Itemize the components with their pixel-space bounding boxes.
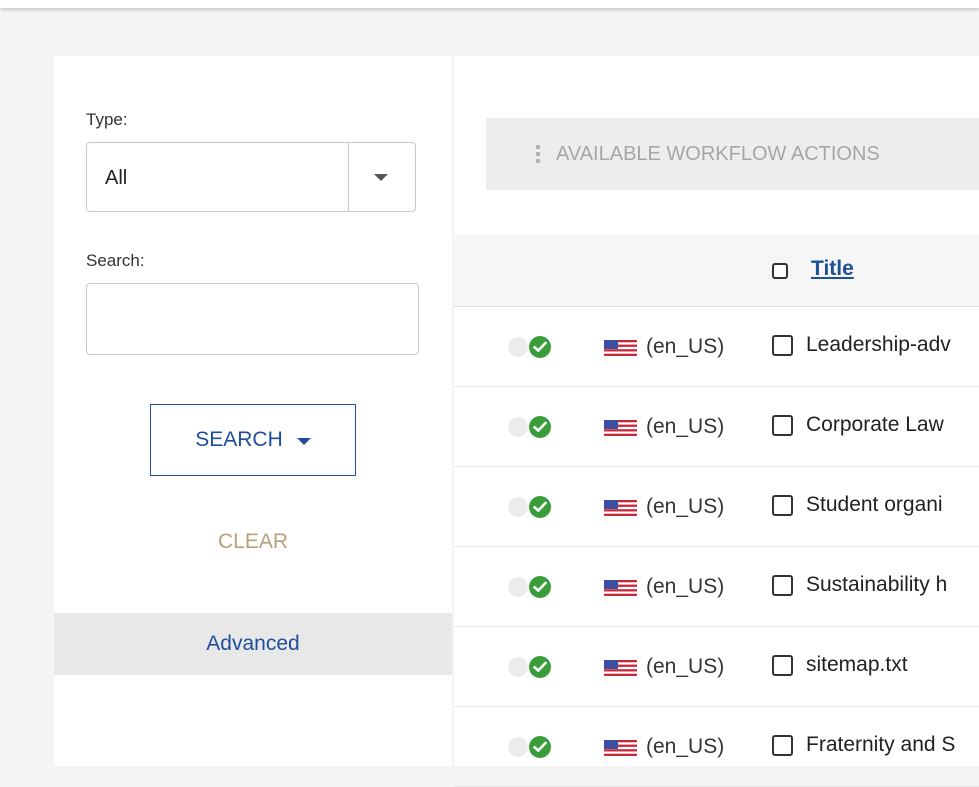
- us-flag-icon: [604, 740, 637, 756]
- grey-dot-icon: [508, 657, 528, 677]
- row-checkbox[interactable]: [772, 495, 793, 516]
- top-bar: [0, 0, 979, 8]
- us-flag-icon: [604, 500, 637, 516]
- us-flag-icon: [604, 340, 637, 356]
- table-header: Title: [454, 234, 979, 307]
- us-flag-icon: [604, 580, 637, 596]
- clear-button[interactable]: CLEAR: [54, 530, 452, 554]
- search-button[interactable]: SEARCH: [150, 404, 356, 476]
- workflow-actions-label: AVAILABLE WORKFLOW ACTIONS: [556, 142, 880, 165]
- row-checkbox[interactable]: [772, 335, 793, 356]
- search-label: Search:: [86, 251, 145, 270]
- caret-down-icon[interactable]: [374, 174, 388, 181]
- row-locale: (en_US): [646, 735, 725, 758]
- grey-dot-icon: [508, 577, 528, 597]
- row-locale: (en_US): [646, 415, 725, 438]
- table-row[interactable]: (en_US) Student organi: [454, 467, 979, 547]
- filter-panel: Type: All Search: SEARCH CLEAR Advanced: [54, 56, 452, 766]
- green-check-icon: [529, 656, 551, 678]
- green-check-icon: [529, 416, 551, 438]
- select-divider: [348, 143, 349, 211]
- table-row[interactable]: (en_US) Corporate Law: [454, 387, 979, 467]
- row-title[interactable]: sitemap.txt: [806, 653, 908, 677]
- search-input[interactable]: [86, 283, 419, 355]
- type-select[interactable]: All: [86, 142, 416, 212]
- results-area: AVAILABLE WORKFLOW ACTIONS Title (en_US)…: [454, 56, 979, 787]
- green-check-icon: [529, 336, 551, 358]
- green-check-icon: [529, 736, 551, 758]
- green-check-icon: [529, 496, 551, 518]
- workflow-actions-button[interactable]: AVAILABLE WORKFLOW ACTIONS: [486, 118, 979, 190]
- row-locale: (en_US): [646, 655, 725, 678]
- row-title[interactable]: Student organi: [806, 493, 943, 517]
- row-locale: (en_US): [646, 575, 725, 598]
- row-locale: (en_US): [646, 495, 725, 518]
- row-title[interactable]: Sustainability h: [806, 573, 947, 597]
- row-checkbox[interactable]: [772, 655, 793, 676]
- table-row[interactable]: (en_US) Leadership-adv: [454, 307, 979, 387]
- row-title[interactable]: Fraternity and S: [806, 733, 955, 757]
- us-flag-icon: [604, 420, 637, 436]
- row-title[interactable]: Corporate Law: [806, 413, 944, 437]
- grey-dot-icon: [508, 497, 528, 517]
- row-checkbox[interactable]: [772, 415, 793, 436]
- type-select-value: All: [105, 167, 128, 189]
- row-title[interactable]: Leadership-adv: [806, 333, 951, 357]
- advanced-link[interactable]: Advanced: [54, 613, 452, 675]
- title-column-header[interactable]: Title: [811, 257, 854, 281]
- advanced-link-label: Advanced: [206, 632, 300, 655]
- table-row[interactable]: (en_US) Fraternity and S: [454, 707, 979, 787]
- grey-dot-icon: [508, 417, 528, 437]
- grey-dot-icon: [508, 737, 528, 757]
- vertical-ellipsis-icon: [536, 145, 540, 163]
- row-checkbox[interactable]: [772, 735, 793, 756]
- green-check-icon: [529, 576, 551, 598]
- row-checkbox[interactable]: [772, 575, 793, 596]
- caret-down-icon[interactable]: [296, 437, 311, 445]
- table-row[interactable]: (en_US) sitemap.txt: [454, 627, 979, 707]
- row-locale: (en_US): [646, 335, 725, 358]
- type-label: Type:: [86, 110, 128, 129]
- table-row[interactable]: (en_US) Sustainability h: [454, 547, 979, 627]
- us-flag-icon: [604, 660, 637, 676]
- select-all-checkbox[interactable]: [772, 263, 788, 279]
- grey-dot-icon: [508, 337, 528, 357]
- search-button-label: SEARCH: [195, 428, 283, 451]
